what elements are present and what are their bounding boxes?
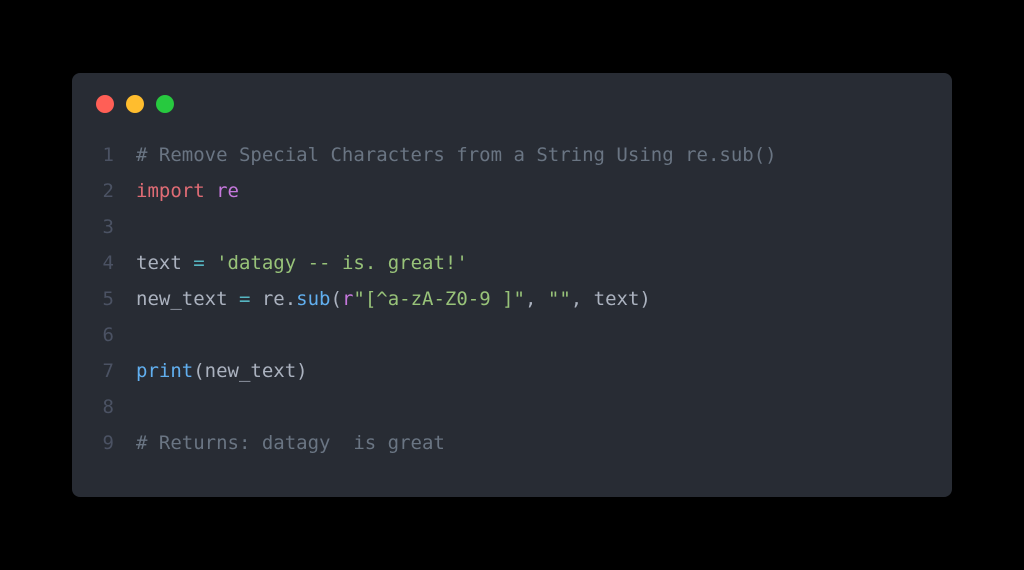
- token: =: [193, 252, 204, 274]
- code-line: 5 new_text = re.sub(r"[^a-zA-Z0-9 ]", "",…: [90, 281, 928, 317]
- token: # Returns: datagy is great: [136, 432, 445, 454]
- code-line: 3: [90, 209, 928, 245]
- line-content: new_text = re.sub(r"[^a-zA-Z0-9 ]", "", …: [136, 281, 651, 317]
- line-content: print(new_text): [136, 353, 308, 389]
- token: =: [239, 288, 250, 310]
- token: [205, 180, 216, 202]
- token: r: [342, 288, 353, 310]
- token: (new_text): [193, 360, 307, 382]
- token: import: [136, 180, 205, 202]
- line-number: 5: [90, 281, 114, 317]
- code-line: 1 # Remove Special Characters from a Stri…: [90, 137, 928, 173]
- code-line: 8: [90, 389, 928, 425]
- token: text: [136, 252, 193, 274]
- code-line: 6: [90, 317, 928, 353]
- code-line: 7 print(new_text): [90, 353, 928, 389]
- token: , text): [571, 288, 651, 310]
- line-number: 7: [90, 353, 114, 389]
- token: re.: [250, 288, 296, 310]
- line-number: 1: [90, 137, 114, 173]
- close-icon[interactable]: [96, 95, 114, 113]
- line-number: 9: [90, 425, 114, 461]
- code-area: 1 # Remove Special Characters from a Stri…: [72, 129, 952, 470]
- window-titlebar: [72, 73, 952, 129]
- line-content: import re: [136, 173, 239, 209]
- zoom-icon[interactable]: [156, 95, 174, 113]
- code-line: 4 text = 'datagy -- is. great!': [90, 245, 928, 281]
- token: ,: [525, 288, 548, 310]
- token: re: [216, 180, 239, 202]
- line-content: text = 'datagy -- is. great!': [136, 245, 468, 281]
- code-line: 2 import re: [90, 173, 928, 209]
- token: sub: [296, 288, 330, 310]
- token: print: [136, 360, 193, 382]
- code-window: 1 # Remove Special Characters from a Stri…: [72, 73, 952, 498]
- token: (: [331, 288, 342, 310]
- line-number: 8: [90, 389, 114, 425]
- line-number: 6: [90, 317, 114, 353]
- token: "": [548, 288, 571, 310]
- token: # Remove Special Characters from a Strin…: [136, 144, 777, 166]
- token: [205, 252, 216, 274]
- line-content: # Returns: datagy is great: [136, 425, 445, 461]
- token: "[^a-zA-Z0-9 ]": [353, 288, 525, 310]
- line-content: # Remove Special Characters from a Strin…: [136, 137, 777, 173]
- code-line: 9 # Returns: datagy is great: [90, 425, 928, 461]
- line-number: 4: [90, 245, 114, 281]
- minimize-icon[interactable]: [126, 95, 144, 113]
- line-number: 2: [90, 173, 114, 209]
- line-number: 3: [90, 209, 114, 245]
- token: 'datagy -- is. great!': [216, 252, 468, 274]
- token: new_text: [136, 288, 239, 310]
